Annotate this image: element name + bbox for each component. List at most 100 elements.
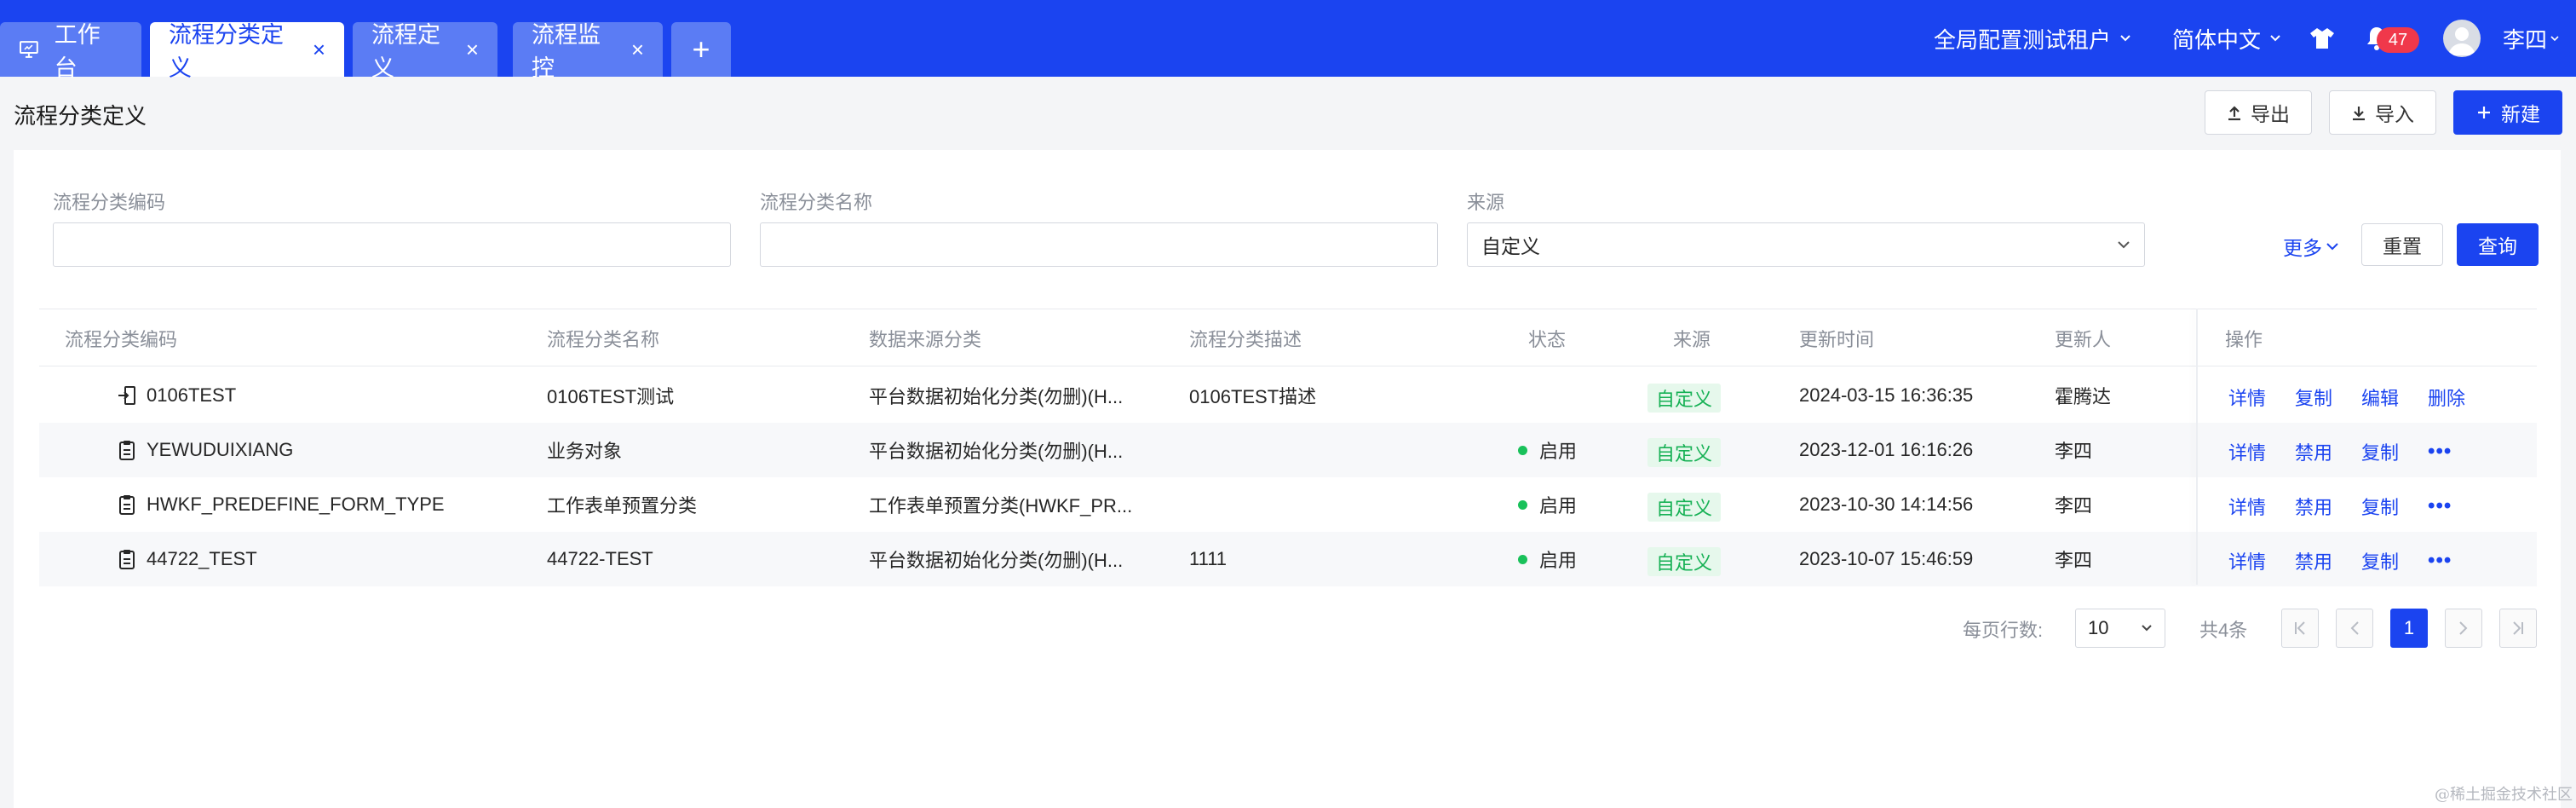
close-icon[interactable]: × [631,38,644,61]
table-row[interactable]: 0106TEST 0106TEST测试 平台数据初始化分类(勿删)(H... 0… [39,368,2537,423]
data-source-cell: 平台数据初始化分类(勿删)(H... [869,441,1124,462]
copy-link[interactable]: 复制 [2295,384,2332,411]
name-cell: 工作表单预置分类 [547,495,698,517]
column-header: 流程分类编码 [65,329,178,350]
description-cell: 0106TEST描述 [1189,386,1317,407]
actions-cell: 详情 禁用 复制 ••• [2228,532,2452,586]
last-page-button[interactable] [2499,609,2537,648]
column-header: 流程分类名称 [547,329,660,350]
fixed-column-divider [2196,309,2198,585]
name-cell: 业务对象 [547,441,623,462]
updated-time-cell: 2024-03-15 16:36:35 [1799,384,1974,406]
detail-link[interactable]: 详情 [2228,438,2266,465]
name-filter-input[interactable] [760,222,1438,267]
description-cell: 1111 [1189,548,1228,569]
column-header: 更新人 [2055,329,2112,350]
total-count: 共4条 [2199,620,2248,641]
page-button-1[interactable]: 1 [2390,609,2428,648]
notification-badge: 47 [2377,27,2419,53]
first-page-button[interactable] [2281,609,2319,648]
tab-process-monitoring[interactable]: 流程监控 × [513,22,663,81]
user-name: 李四 [2503,26,2548,53]
updater-cell: 李四 [2055,495,2093,517]
language-name: 简体中文 [2172,26,2262,53]
copy-link[interactable]: 复制 [2361,438,2399,465]
code-filter-input[interactable] [53,222,731,267]
source-tag: 自定义 [1647,384,1722,413]
disable-link[interactable]: 禁用 [2295,438,2332,465]
source-filter-select[interactable]: 自定义 [1467,222,2145,267]
data-source-cell: 平台数据初始化分类(勿删)(H... [869,386,1124,407]
avatar[interactable] [2443,20,2481,57]
import-label: 导入 [2375,103,2414,125]
code-text: 44722_TEST [147,548,257,569]
query-button[interactable]: 查询 [2457,223,2539,266]
updated-time-cell: 2023-10-30 14:14:56 [1799,493,1974,515]
source-filter-label: 来源 [1467,192,1505,213]
source-cell: 自定义 [1647,368,1722,423]
tab-workbench[interactable]: 工作台 [0,22,141,81]
user-menu[interactable]: 李四 [2503,0,2559,77]
tenant-selector[interactable]: 全局配置测试租户 [1934,0,2131,77]
edit-link[interactable]: 编辑 [2361,384,2399,411]
table-row[interactable]: YEWUDUIXIANG 业务对象 平台数据初始化分类(勿删)(H... 启用 … [39,423,2537,477]
status-cell: 启用 [1518,477,1577,532]
source-cell: 自定义 [1647,423,1722,477]
table-row[interactable]: HWKF_PREDEFINE_FORM_TYPE 工作表单预置分类 工作表单预置… [39,477,2537,532]
next-page-button[interactable] [2445,609,2482,648]
clipboard-icon [119,495,135,515]
detail-link[interactable]: 详情 [2228,547,2266,574]
chevron-down-icon [2142,625,2152,632]
status-cell: 启用 [1518,532,1577,586]
table-row[interactable]: 44722_TEST 44722-TEST 平台数据初始化分类(勿删)(H...… [39,532,2537,586]
chevron-left-icon [2350,621,2359,635]
updater-cell: 李四 [2055,550,2093,571]
code-cell: HWKF_PREDEFINE_FORM_TYPE [118,477,445,532]
more-actions-icon[interactable]: ••• [2428,440,2452,464]
copy-link[interactable]: 复制 [2361,547,2399,574]
close-icon[interactable]: × [313,38,325,61]
page-size-value: 10 [2088,617,2109,638]
code-text: 0106TEST [147,384,237,406]
updater-cell: 李四 [2055,441,2093,462]
more-filters-toggle[interactable]: 更多 [2283,232,2339,261]
close-icon[interactable]: × [466,38,479,61]
data-source-cell: 平台数据初始化分类(勿删)(H... [869,550,1124,571]
import-button[interactable]: 导入 [2329,90,2436,135]
actions-cell: 详情 禁用 复制 ••• [2228,477,2452,532]
reset-button[interactable]: 重置 [2361,223,2443,266]
detail-link[interactable]: 详情 [2228,384,2266,411]
tab-label: 流程监控 [532,22,601,81]
code-cell: 44722_TEST [118,532,257,586]
chevron-down-icon [2326,243,2338,251]
more-actions-icon[interactable]: ••• [2428,549,2452,573]
plus-icon: + [692,32,710,66]
language-selector[interactable]: 简体中文 [2172,0,2281,77]
new-button[interactable]: 新建 [2453,90,2562,135]
more-actions-icon[interactable]: ••• [2428,494,2452,518]
updater-cell: 霍腾达 [2055,386,2112,407]
detail-link[interactable]: 详情 [2228,493,2266,520]
tab-process-definition[interactable]: 流程定义 × [353,22,497,81]
disable-link[interactable]: 禁用 [2295,493,2332,520]
enter-icon [118,386,135,405]
copy-link[interactable]: 复制 [2361,493,2399,520]
source-tag: 自定义 [1647,547,1722,576]
add-tab-button[interactable]: + [671,22,731,77]
export-button[interactable]: 导出 [2205,90,2312,135]
prev-page-button[interactable] [2336,609,2373,648]
page-size-select[interactable]: 10 [2075,609,2165,648]
first-page-icon [2295,621,2305,635]
theme-button[interactable] [2309,0,2336,77]
disable-link[interactable]: 禁用 [2295,547,2332,574]
delete-link[interactable]: 删除 [2428,384,2465,411]
status-text: 启用 [1539,550,1578,571]
tab-process-category-definition[interactable]: 流程分类定义 × [150,22,344,81]
code-cell: YEWUDUIXIANG [118,423,293,477]
download-icon [2353,107,2365,121]
actions-cell: 详情 复制 编辑 删除 [2228,368,2494,423]
shirt-icon [2310,28,2334,49]
status-text: 启用 [1539,495,1578,517]
code-text: YEWUDUIXIANG [147,439,294,460]
source-tag: 自定义 [1647,438,1722,467]
